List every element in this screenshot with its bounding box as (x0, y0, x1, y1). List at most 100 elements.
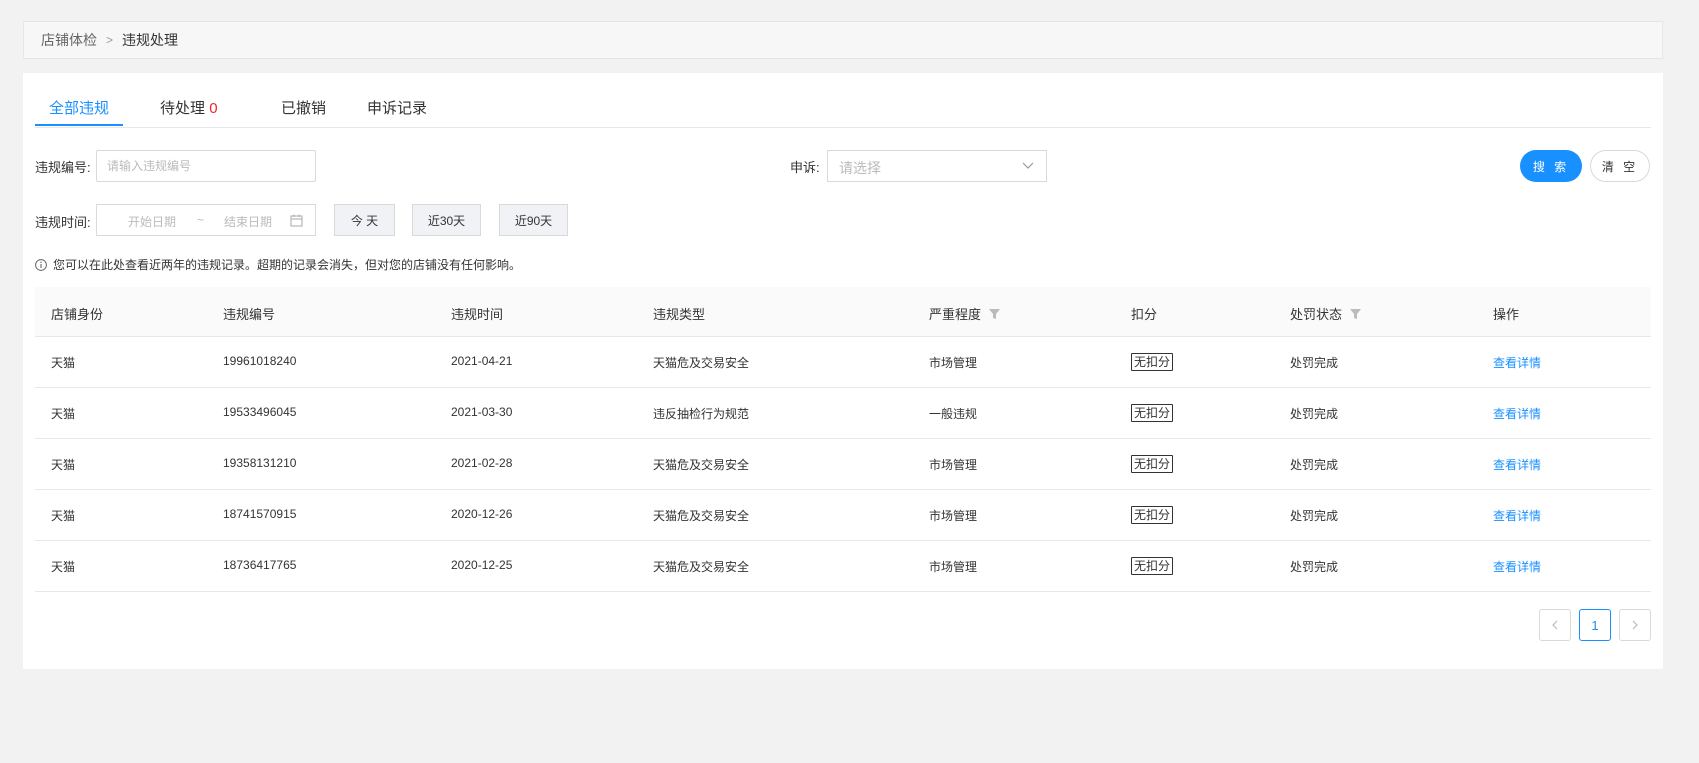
date-range-separator: ~ (197, 213, 205, 227)
table-header: 店铺身份 违规编号 违规时间 违规类型 严重程度 扣分 处罚状态 操作 (35, 287, 1651, 337)
cell-store-identity: 天猫 (51, 356, 76, 370)
quick-today-button[interactable]: 今 天 (334, 204, 395, 236)
violation-no-input[interactable] (97, 151, 315, 181)
cell-severity: 市场管理 (929, 458, 978, 472)
table-row: 天猫 18741570915 2020-12-26 天猫危及交易安全 市场管理 无扣分 处罚… (35, 490, 1651, 541)
col-header-store-identity: 店铺身份 (51, 307, 104, 322)
deduction-tag: 无扣分 (1131, 353, 1174, 371)
table-row: 天猫 19961018240 2021-04-21 天猫危及交易安全 市场管理 无扣分 处罚… (35, 337, 1651, 388)
cell-view-details-link[interactable]: 查看详情 (1493, 405, 1541, 422)
cell-violation-no: 18741570915 (223, 507, 297, 521)
cell-store-identity: 天猫 (51, 509, 76, 523)
cell-store-identity: 天猫 (51, 560, 76, 574)
violations-table: 店铺身份 违规编号 违规时间 违规类型 严重程度 扣分 处罚状态 操作 天猫 19… (35, 287, 1651, 592)
cell-penalty-status: 处罚完成 (1290, 458, 1339, 472)
cell-violation-time: 2021-02-28 (451, 456, 513, 470)
cell-violation-time: 2020-12-26 (451, 507, 513, 521)
violation-time-label: 违规时间: (35, 215, 91, 230)
main-panel: 全部违规 待处理 0 已撤销 申诉记录 违规编号: 申诉: 请选择 搜 索 清 … (23, 73, 1663, 669)
date-range-picker[interactable]: 开始日期 ~ 结束日期 (96, 204, 316, 236)
col-header-penalty-status: 处罚状态 (1290, 304, 1362, 323)
cell-view-details-link[interactable]: 查看详情 (1493, 456, 1541, 473)
clear-button[interactable]: 清 空 (1590, 150, 1650, 182)
appeal-select[interactable]: 请选择 (827, 150, 1047, 182)
active-tab-indicator (35, 124, 123, 126)
table-row: 天猫 19358131210 2021-02-28 天猫危及交易安全 市场管理 无扣分 处罚… (35, 439, 1651, 490)
quick-30-days-button[interactable]: 近30天 (412, 204, 481, 236)
deduction-tag: 无扣分 (1131, 557, 1174, 575)
pagination-page-1[interactable]: 1 (1579, 609, 1611, 641)
deduction-tag: 无扣分 (1131, 455, 1174, 473)
breadcrumb-parent[interactable]: 店铺体检 (41, 30, 97, 50)
tab-all-violations[interactable]: 全部违规 (49, 97, 109, 118)
chevron-down-icon (1022, 162, 1034, 169)
retention-notice: 您可以在此处查看近两年的违规记录。超期的记录会消失，但对您的店铺没有任何影响。 (35, 256, 521, 273)
cell-violation-no: 19533496045 (223, 405, 297, 419)
cell-store-identity: 天猫 (51, 407, 76, 421)
pagination-next-button[interactable] (1619, 609, 1651, 641)
cell-penalty-status: 处罚完成 (1290, 407, 1339, 421)
table-row: 天猫 19533496045 2021-03-30 违反抽检行为规范 一般违规 无扣分 处罚… (35, 388, 1651, 439)
deduction-tag: 无扣分 (1131, 404, 1174, 422)
col-header-severity: 严重程度 (929, 304, 1001, 323)
start-date-placeholder: 开始日期 (128, 215, 177, 229)
cell-violation-time: 2021-03-30 (451, 405, 513, 419)
cell-severity: 一般违规 (929, 407, 978, 421)
violation-no-field-wrapper (96, 150, 316, 182)
pagination-prev-button[interactable] (1539, 609, 1571, 641)
calendar-icon (290, 214, 303, 227)
cell-violation-no: 19961018240 (223, 354, 297, 368)
end-date-placeholder: 结束日期 (224, 215, 273, 229)
cell-severity: 市场管理 (929, 356, 978, 370)
chevron-right-icon (1632, 620, 1638, 630)
deduction-tag: 无扣分 (1131, 506, 1174, 524)
tab-bar: 全部违规 待处理 0 已撤销 申诉记录 (35, 73, 1651, 128)
cell-violation-type: 天猫危及交易安全 (653, 458, 750, 472)
tab-revoked[interactable]: 已撤销 (281, 97, 326, 118)
col-header-violation-time: 违规时间 (451, 307, 504, 322)
cell-view-details-link[interactable]: 查看详情 (1493, 354, 1541, 371)
col-header-deduction: 扣分 (1131, 307, 1158, 322)
cell-view-details-link[interactable]: 查看详情 (1493, 507, 1541, 524)
tab-appeal-records[interactable]: 申诉记录 (367, 97, 427, 118)
cell-violation-type: 天猫危及交易安全 (653, 560, 750, 574)
tab-label: 已撤销 (281, 100, 327, 117)
col-header-actions: 操作 (1493, 307, 1520, 322)
cell-store-identity: 天猫 (51, 458, 76, 472)
cell-violation-type: 天猫危及交易安全 (653, 356, 750, 370)
cell-violation-type: 违反抽检行为规范 (653, 407, 750, 421)
breadcrumb: 店铺体检 > 违规处理 (23, 21, 1663, 59)
col-header-violation-type: 违规类型 (653, 307, 706, 322)
filter-icon[interactable] (1350, 308, 1362, 319)
col-header-violation-no: 违规编号 (223, 307, 276, 322)
tab-label: 全部违规 (49, 100, 110, 117)
cell-violation-time: 2021-04-21 (451, 354, 513, 368)
tab-label: 申诉记录 (367, 100, 428, 117)
tab-pending[interactable]: 待处理 0 (160, 97, 218, 118)
cell-violation-time: 2020-12-25 (451, 558, 513, 572)
cell-severity: 市场管理 (929, 560, 978, 574)
appeal-label: 申诉: (790, 160, 820, 175)
cell-view-details-link[interactable]: 查看详情 (1493, 558, 1541, 575)
search-button[interactable]: 搜 索 (1520, 150, 1582, 182)
appeal-select-placeholder: 请选择 (839, 160, 881, 176)
notice-text: 您可以在此处查看近两年的违规记录。超期的记录会消失，但对您的店铺没有任何影响。 (53, 258, 522, 272)
breadcrumb-current: 违规处理 (122, 32, 179, 48)
cell-violation-no: 19358131210 (223, 456, 297, 470)
cell-penalty-status: 处罚完成 (1290, 356, 1339, 370)
table-row: 天猫 18736417765 2020-12-25 天猫危及交易安全 市场管理 无扣分 处罚… (35, 541, 1651, 592)
tab-label: 待处理 (160, 100, 206, 117)
cell-violation-no: 18736417765 (223, 558, 297, 572)
cell-violation-type: 天猫危及交易安全 (653, 509, 750, 523)
breadcrumb-separator: > (106, 33, 114, 47)
table-body: 天猫 19961018240 2021-04-21 天猫危及交易安全 市场管理 无扣分 处罚… (35, 337, 1651, 592)
filter-icon[interactable] (989, 308, 1001, 319)
chevron-left-icon (1552, 620, 1558, 630)
pending-count-badge: 0 (209, 100, 218, 117)
cell-penalty-status: 处罚完成 (1290, 509, 1339, 523)
quick-90-days-button[interactable]: 近90天 (499, 204, 568, 236)
violation-no-label: 违规编号: (35, 160, 91, 175)
cell-severity: 市场管理 (929, 509, 978, 523)
cell-penalty-status: 处罚完成 (1290, 560, 1339, 574)
info-icon (35, 258, 47, 271)
